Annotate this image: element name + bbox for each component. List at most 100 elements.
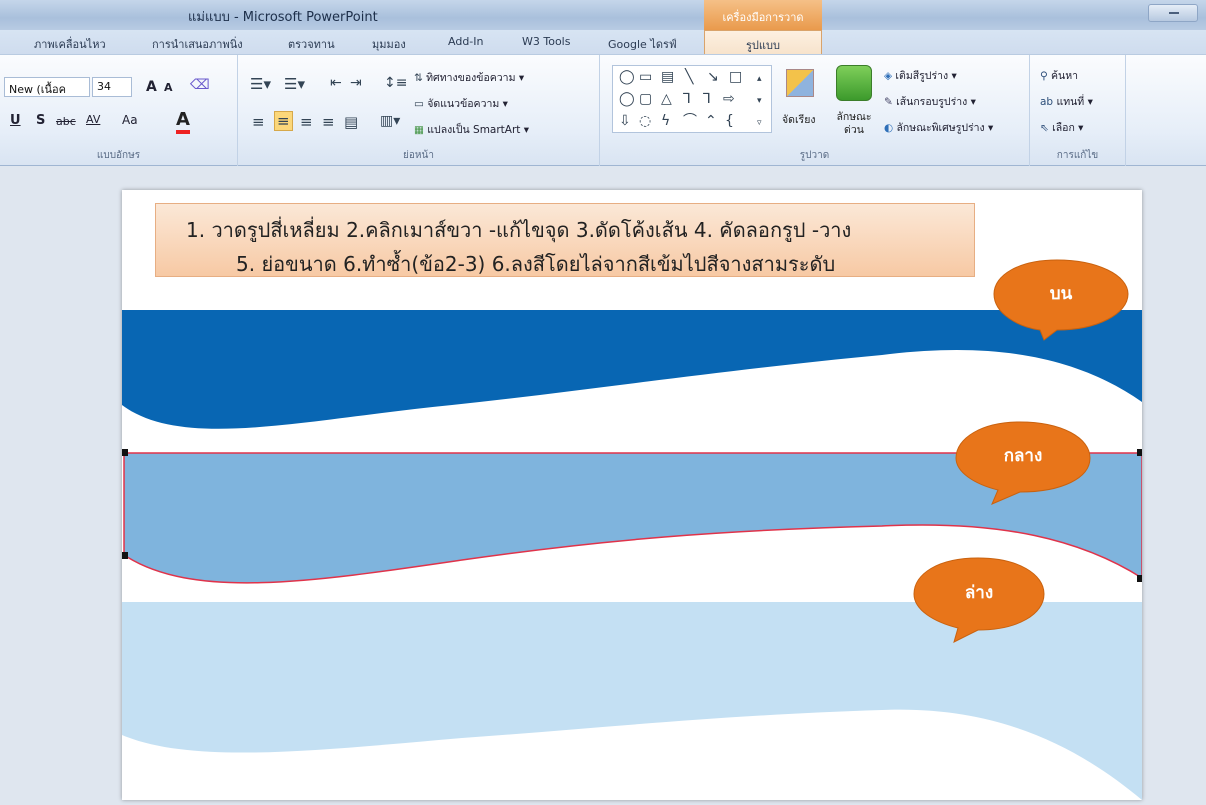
right-arrow-icon[interactable]: ⇨ — [723, 92, 735, 106]
minimize-button[interactable] — [1148, 4, 1198, 22]
paint-bucket-icon: ◈ — [884, 70, 896, 82]
triangle-icon[interactable]: △ — [661, 92, 672, 106]
distributed-icon[interactable]: ▤ — [344, 113, 358, 131]
smartart-icon: ▦ — [414, 124, 428, 136]
tab-add-in[interactable]: Add-In — [448, 35, 483, 48]
paragraph-group-label: ย่อหน้า — [403, 150, 434, 161]
instructions-box[interactable]: 1. วาดรูปสี่เหลี่ยม 2.คลิกเมาส์ขวา -แก้ไ… — [155, 203, 975, 277]
columns-icon[interactable]: ▥▾ — [380, 113, 400, 129]
line-icon[interactable]: ╲ — [685, 70, 693, 84]
powerpoint-window: แม่แบบ - Microsoft PowerPoint เครื่องมือ… — [0, 0, 1206, 805]
window-title: แม่แบบ - Microsoft PowerPoint — [188, 10, 378, 25]
gallery-scroll-up-icon[interactable]: ▴ — [757, 72, 762, 86]
callout-middle-label: กลาง — [1003, 446, 1043, 467]
shapes-gallery[interactable]: ◯ ▭ ▤ ╲ ↘ □ ◯ ▢ △ ⅂ ⅂ ⇨ ⇩ ◌ ϟ ⌒ ⌃ { ▴ ▾ — [612, 65, 772, 133]
font-name-select[interactable]: New (เนื้อค — [4, 77, 90, 97]
shrink-font-button[interactable]: A — [164, 81, 173, 94]
tab-w3-tools[interactable]: W3 Tools — [522, 35, 570, 48]
drawing-group-label: รูปวาด — [799, 150, 830, 161]
quick-styles-button[interactable]: ลักษณะด่วน — [830, 111, 878, 137]
down-arrow-icon[interactable]: ⇩ — [619, 114, 631, 128]
arc-icon[interactable]: ⌒ — [683, 114, 697, 128]
align-text-button[interactable]: ▭ จัดแนวข้อความ ▾ — [414, 95, 508, 112]
quick-styles-icon[interactable] — [836, 65, 872, 101]
shape-effects-button[interactable]: ◐ ลักษณะพิเศษรูปร่าง ▾ — [884, 119, 993, 136]
callout-bottom[interactable]: ล่าง — [914, 558, 1044, 630]
scribble-icon[interactable]: ϟ — [661, 114, 670, 128]
resize-handle[interactable] — [1137, 575, 1142, 582]
wave-shape-bottom[interactable] — [122, 602, 1142, 800]
arrange-icon[interactable] — [786, 69, 814, 97]
align-center-icon[interactable]: ≡ — [274, 111, 293, 131]
find-button[interactable]: ⚲ ค้นหา — [1040, 67, 1078, 84]
numbering-icon[interactable]: ☰▾ — [284, 75, 305, 93]
increase-indent-icon[interactable]: ⇥ — [350, 75, 362, 91]
oval-callout-icon[interactable]: ◯ — [619, 70, 635, 84]
callout-middle[interactable]: กลาง — [956, 422, 1090, 492]
change-case-button[interactable]: Aa — [122, 113, 138, 127]
gallery-scroll-down-icon[interactable]: ▾ — [757, 94, 762, 108]
text-direction-button[interactable]: ⇅ ทิศทางของข้อความ ▾ — [414, 69, 524, 86]
convert-smartart-button[interactable]: ▦ แปลงเป็น SmartArt ▾ — [414, 121, 529, 138]
elbow-arrow-icon[interactable]: ⅂ — [703, 92, 711, 106]
slide-canvas[interactable]: 1. วาดรูปสี่เหลี่ยม 2.คลิกเมาส์ขวา -แก้ไ… — [122, 190, 1142, 800]
tab-animations[interactable]: ภาพเคลื่อนไหว — [34, 35, 106, 53]
replace-button[interactable]: ab แทนที่ ▾ — [1040, 93, 1093, 110]
slide-shapes — [122, 259, 1142, 800]
bullets-icon[interactable]: ☰▾ — [250, 75, 271, 93]
character-spacing-button[interactable]: AV — [86, 113, 100, 126]
shape-fill-button[interactable]: ◈ เติมสีรูปร่าง ▾ — [884, 67, 957, 84]
callout-top[interactable]: บน — [994, 260, 1128, 330]
align-left-icon[interactable]: ≡ — [252, 113, 265, 131]
arrow-line-icon[interactable]: ↘ — [707, 70, 719, 84]
font-group: New (เนื้อค 34 A A ⌫ U S abc AV Aa A แบบ… — [0, 55, 238, 167]
callout-top-label: บน — [1049, 284, 1073, 305]
justify-icon[interactable]: ≡ — [322, 113, 335, 131]
resize-handle[interactable] — [122, 449, 128, 456]
select-button[interactable]: ⇖ เลือก ▾ — [1040, 119, 1083, 136]
pencil-icon: ✎ — [884, 96, 897, 108]
tab-google-drive[interactable]: Google ไดรฟ์ — [608, 35, 677, 53]
tab-review[interactable]: ตรวจทาน — [288, 35, 335, 53]
tab-slide-show[interactable]: การนำเสนอภาพนิ่ง — [152, 35, 243, 53]
minimize-icon — [1169, 12, 1179, 14]
ellipse-icon[interactable]: ◯ — [619, 92, 635, 106]
font-size-select[interactable]: 34 — [92, 77, 132, 97]
brace-icon[interactable]: { — [725, 114, 734, 128]
font-color-button[interactable]: A — [176, 109, 190, 134]
underline-button[interactable]: U — [10, 113, 21, 128]
drawing-group: ◯ ▭ ▤ ╲ ↘ □ ◯ ▢ △ ⅂ ⅂ ⇨ ⇩ ◌ ϟ ⌒ ⌃ { ▴ ▾ — [600, 55, 1030, 167]
contextual-tab-group-drawing-tools: เครื่องมือการวาด — [704, 0, 822, 30]
textbox-icon[interactable]: ▤ — [661, 70, 674, 84]
elbow-connector-icon[interactable]: ⅂ — [683, 92, 691, 106]
rect-callout-icon[interactable]: ▭ — [639, 70, 652, 84]
rectangle-icon[interactable]: □ — [729, 70, 742, 84]
shadow-button[interactable]: S — [36, 113, 45, 128]
instructions-line-1: 1. วาดรูปสี่เหลี่ยม 2.คลิกเมาส์ขวา -แก้ไ… — [186, 218, 852, 242]
slide-workspace: 1. วาดรูปสี่เหลี่ยม 2.คลิกเมาส์ขวา -แก้ไ… — [0, 166, 1206, 805]
strikethrough-button[interactable]: abc — [56, 115, 76, 128]
arrange-button[interactable]: จัดเรียง — [782, 111, 815, 128]
gallery-more-icon[interactable]: ▿ — [757, 116, 762, 130]
title-bar: แม่แบบ - Microsoft PowerPoint เครื่องมือ… — [0, 0, 1206, 30]
resize-handle[interactable] — [1137, 449, 1142, 456]
tab-view[interactable]: มุมมอง — [372, 35, 406, 53]
decrease-indent-icon[interactable]: ⇤ — [330, 75, 342, 91]
wave-shape-top[interactable] — [122, 310, 1142, 429]
shape-outline-button[interactable]: ✎ เส้นกรอบรูปร่าง ▾ — [884, 93, 976, 110]
ribbon-tab-row: ภาพเคลื่อนไหว การนำเสนอภาพนิ่ง ตรวจทาน ม… — [0, 30, 1206, 54]
freeform-icon[interactable]: ◌ — [639, 114, 651, 128]
tab-format[interactable]: รูปแบบ — [704, 30, 822, 54]
align-right-icon[interactable]: ≡ — [300, 113, 313, 131]
grow-font-button[interactable]: A — [146, 79, 157, 95]
resize-handle[interactable] — [122, 552, 128, 559]
clear-format-icon[interactable]: ⌫ — [190, 77, 210, 93]
align-text-icon: ▭ — [414, 98, 428, 110]
rounded-rect-icon[interactable]: ▢ — [639, 92, 652, 106]
ribbon: New (เนื้อค 34 A A ⌫ U S abc AV Aa A แบบ… — [0, 54, 1206, 167]
font-group-label: แบบอักษร — [96, 150, 141, 161]
line-spacing-icon[interactable]: ↕≡ — [384, 75, 407, 91]
curve-icon[interactable]: ⌃ — [705, 114, 717, 128]
editing-group-label: การแก้ไข — [1056, 150, 1099, 161]
replace-icon: ab — [1040, 96, 1057, 108]
